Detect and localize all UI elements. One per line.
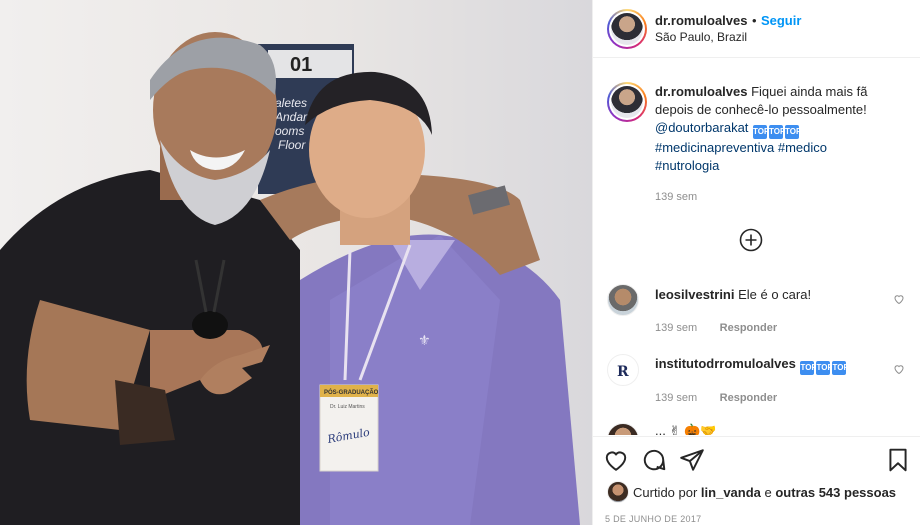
comment-icon[interactable] (641, 447, 667, 473)
top-emoji-icon: TOP (832, 361, 849, 375)
follow-button[interactable]: Seguir (761, 13, 801, 28)
likes-middle: e (760, 485, 776, 500)
hashtag[interactable]: #medico (778, 140, 827, 155)
liker-avatar[interactable] (607, 481, 629, 503)
sign-line-4: Floor (278, 138, 306, 152)
liker-username[interactable]: lin_vanda (701, 485, 761, 500)
comment-meta: 139 sem Responder (655, 318, 777, 336)
comment: leosilvestrini Ele é o cara! (655, 287, 811, 302)
shirt-logo-icon: ⚜ (418, 333, 431, 349)
sign-line-2: Andar (274, 110, 308, 124)
caption-mention[interactable]: @doutorbarakat (655, 120, 748, 135)
caption: dr.romuloalves Fiquei ainda mais fã depo… (655, 83, 907, 175)
actions-bar (593, 436, 920, 525)
reply-button[interactable]: Responder (720, 392, 777, 404)
comment-like-heart-icon[interactable] (893, 293, 905, 305)
photo-illustration: 01 aletes Andar ooms Floor PÓS-GRADUAÇÃO… (0, 0, 592, 525)
post-header: dr.romuloalves • Seguir São Paulo, Brazi… (593, 0, 920, 58)
post-date[interactable]: 5 DE JUNHO DE 2017 (605, 514, 701, 524)
separator-dot: • (751, 13, 757, 28)
sign-line-1: aletes (275, 96, 307, 110)
comment-meta: 139 sem Responder (655, 388, 777, 406)
comments-scroll[interactable]: dr.romuloalves Fiquei ainda mais fã depo… (593, 59, 920, 435)
comment-time[interactable]: 139 sem (655, 322, 697, 334)
heart-icon[interactable] (603, 447, 629, 473)
badge-sub: Dr. Luiz Martins (330, 404, 365, 410)
reply-button[interactable]: Responder (720, 322, 777, 334)
partial-comment-emoji: ✌ 🎃🤝 (669, 423, 717, 435)
comment-username[interactable]: leosilvestrini (655, 287, 734, 302)
author-avatar[interactable] (607, 9, 647, 49)
load-more-comments-icon[interactable] (739, 228, 763, 252)
share-icon[interactable] (679, 447, 705, 473)
likes-prefix: Curtido por (633, 485, 701, 500)
caption-username[interactable]: dr.romuloalves (655, 84, 747, 99)
caption-time[interactable]: 139 sem (655, 191, 697, 203)
hashtag[interactable]: #nutrologia (655, 158, 719, 173)
likes-others[interactable]: outras 543 pessoas (775, 485, 896, 500)
partial-comment-text: ... (655, 423, 666, 435)
sign-line-3: ooms (275, 124, 304, 138)
commenter-avatar[interactable] (607, 284, 639, 316)
top-emoji-icon: TOP (753, 125, 769, 139)
instagram-post: 01 aletes Andar ooms Floor PÓS-GRADUAÇÃO… (0, 0, 920, 525)
hashtag[interactable]: #medicinapreventiva (655, 140, 774, 155)
comment-time[interactable]: 139 sem (655, 392, 697, 404)
badge-title: PÓS-GRADUAÇÃO (324, 388, 379, 396)
post-location[interactable]: São Paulo, Brazil (655, 30, 747, 44)
post-sidebar: dr.romuloalves • Seguir São Paulo, Brazi… (592, 0, 920, 525)
top-emoji-icon: TOP (816, 361, 833, 375)
top-emoji-icon: TOP (785, 125, 801, 139)
commenter-avatar[interactable] (607, 423, 639, 435)
top-emoji-icon: TOP (769, 125, 785, 139)
comment-username[interactable]: institutodrromuloalves (655, 356, 796, 371)
bookmark-icon[interactable] (885, 447, 911, 473)
caption-avatar[interactable] (607, 82, 647, 122)
svg-text:R: R (617, 364, 629, 380)
author-username[interactable]: dr.romuloalves (655, 13, 747, 28)
comment-like-heart-icon[interactable] (893, 363, 905, 375)
commenter-avatar[interactable]: R (607, 354, 639, 386)
comment: institutodrromuloalves TOPTOPTOP (655, 356, 849, 375)
post-photo[interactable]: 01 aletes Andar ooms Floor PÓS-GRADUAÇÃO… (0, 0, 592, 525)
top-emoji-icon: TOP (800, 361, 817, 375)
comment-text: Ele é o cara! (734, 287, 812, 302)
likes-summary: Curtido por lin_vanda e outras 543 pesso… (633, 485, 896, 500)
partial-comment: ... ✌ 🎃🤝 (655, 423, 716, 435)
institute-logo-icon: R (617, 364, 629, 380)
sign-number: 01 (290, 54, 312, 76)
